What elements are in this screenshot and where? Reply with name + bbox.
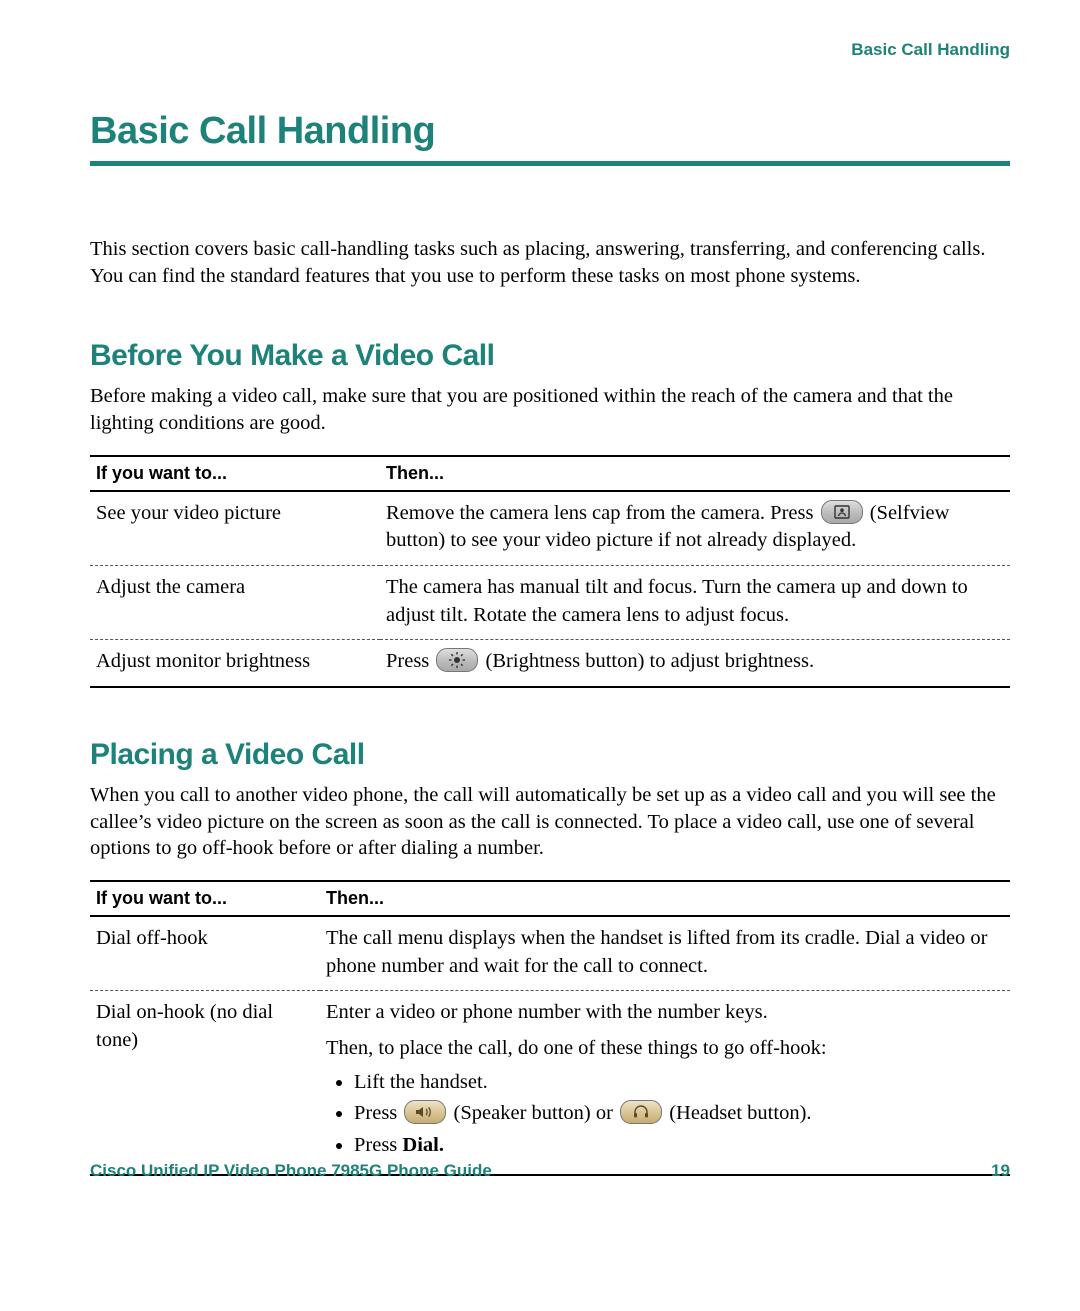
table-header-row: If you want to... Then... [90,456,1010,491]
table-cell: Adjust the camera [90,565,380,639]
section-heading-before: Before You Make a Video Call [90,339,1010,373]
list-text: Press [354,1134,402,1156]
list-text: (Headset button). [669,1102,811,1124]
table-header: Then... [320,881,1010,916]
table-row: Dial off-hook The call menu displays whe… [90,916,1010,991]
cell-line: Enter a video or phone number with the n… [326,999,1004,1027]
cell-line: Then, to place the call, do one of these… [326,1035,1004,1063]
list-text: Press [354,1102,402,1124]
page-footer: Cisco Unified IP Video Phone 7985G Phone… [90,1161,1010,1181]
table-header: If you want to... [90,456,380,491]
before-paragraph: Before making a video call, make sure th… [90,383,1010,436]
cell-text: Press [386,650,434,672]
table-row: Adjust monitor brightness Press [90,640,1010,687]
selfview-button-icon [821,500,863,524]
dial-label: Dial. [402,1134,444,1156]
table-cell: The call menu displays when the handset … [320,916,1010,991]
offhook-bullet-list: Lift the handset. Press (Speaker button)… [326,1069,1004,1160]
list-text: (Speaker button) or [454,1102,619,1124]
placing-paragraph: When you call to another video phone, th… [90,782,1010,862]
title-rule [90,161,1010,166]
table-cell: Press [380,640,1010,687]
document-page: Basic Call Handling Basic Call Handling … [0,0,1080,1311]
table-cell: Remove the camera lens cap from the came… [380,491,1010,566]
speaker-button-icon [404,1100,446,1124]
table-row: Adjust the camera The camera has manual … [90,565,1010,639]
footer-doc-title: Cisco Unified IP Video Phone 7985G Phone… [90,1161,492,1181]
headset-button-icon [620,1100,662,1124]
table-cell: Dial off-hook [90,916,320,991]
page-title: Basic Call Handling [90,110,1010,153]
table-cell: Dial on-hook (no dial tone) [90,991,320,1175]
running-header: Basic Call Handling [90,40,1010,60]
list-item: Press (Speaker button) or [354,1100,1004,1128]
footer-page-number: 19 [991,1161,1010,1181]
placing-table: If you want to... Then... Dial off-hook … [90,880,1010,1176]
table-cell: See your video picture [90,491,380,566]
list-item: Press Dial. [354,1132,1004,1160]
table-header: Then... [380,456,1010,491]
list-item: Lift the handset. [354,1069,1004,1097]
table-cell: Adjust monitor brightness [90,640,380,687]
table-row: See your video picture Remove the camera… [90,491,1010,566]
table-row: Dial on-hook (no dial tone) Enter a vide… [90,991,1010,1175]
cell-text: Remove the camera lens cap from the came… [386,502,819,524]
table-cell: The camera has manual tilt and focus. Tu… [380,565,1010,639]
table-header: If you want to... [90,881,320,916]
intro-paragraph: This section covers basic call-handling … [90,236,1010,289]
before-table: If you want to... Then... See your video… [90,455,1010,688]
cell-text: (Brightness button) to adjust brightness… [486,650,815,672]
brightness-button-icon [436,648,478,672]
table-header-row: If you want to... Then... [90,881,1010,916]
section-heading-placing: Placing a Video Call [90,738,1010,772]
table-cell: Enter a video or phone number with the n… [320,991,1010,1175]
